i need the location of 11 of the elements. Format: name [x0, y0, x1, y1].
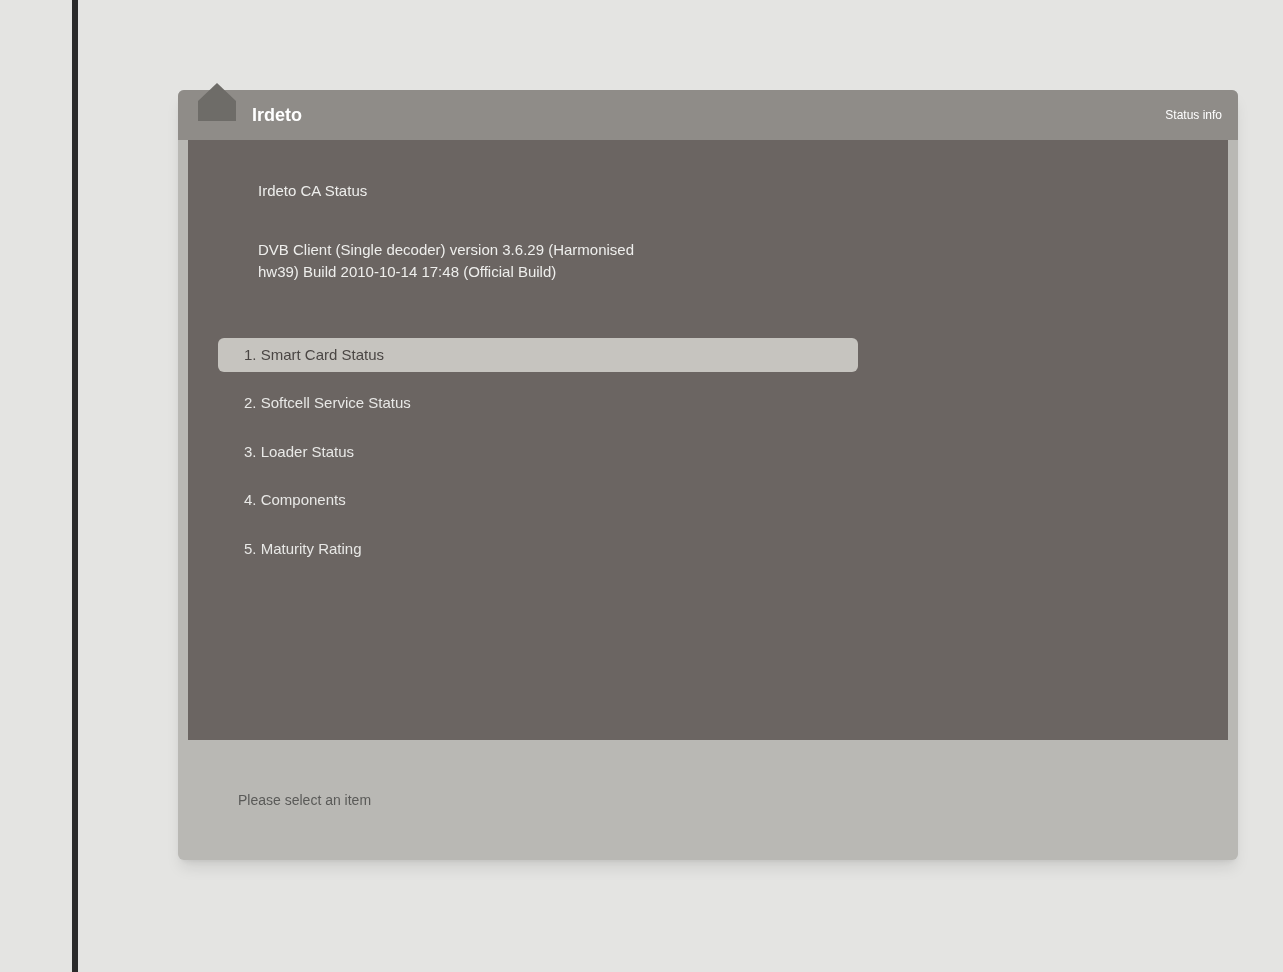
corner-label: Status info [1165, 107, 1222, 124]
menu-item[interactable]: 5. Maturity Rating [218, 531, 858, 566]
status-text: Please select an item [238, 790, 372, 810]
version-text: DVB Client (Single decoder) version 3.6.29 (Harmonised [258, 239, 635, 260]
heading: Irdeto CA Status [258, 181, 369, 201]
window-title: Irdeto [252, 103, 302, 127]
menu-item[interactable]: 4. Components [218, 483, 858, 518]
menu-item[interactable]: 1. Smart Card Status [218, 337, 858, 372]
version-text: hw39) Build 2010-10-14 17:48 (Official Build) [258, 262, 558, 282]
menu-item[interactable]: 2. Softcell Service Status [218, 386, 858, 421]
menu-item[interactable]: 3. Loader Status [218, 434, 858, 469]
